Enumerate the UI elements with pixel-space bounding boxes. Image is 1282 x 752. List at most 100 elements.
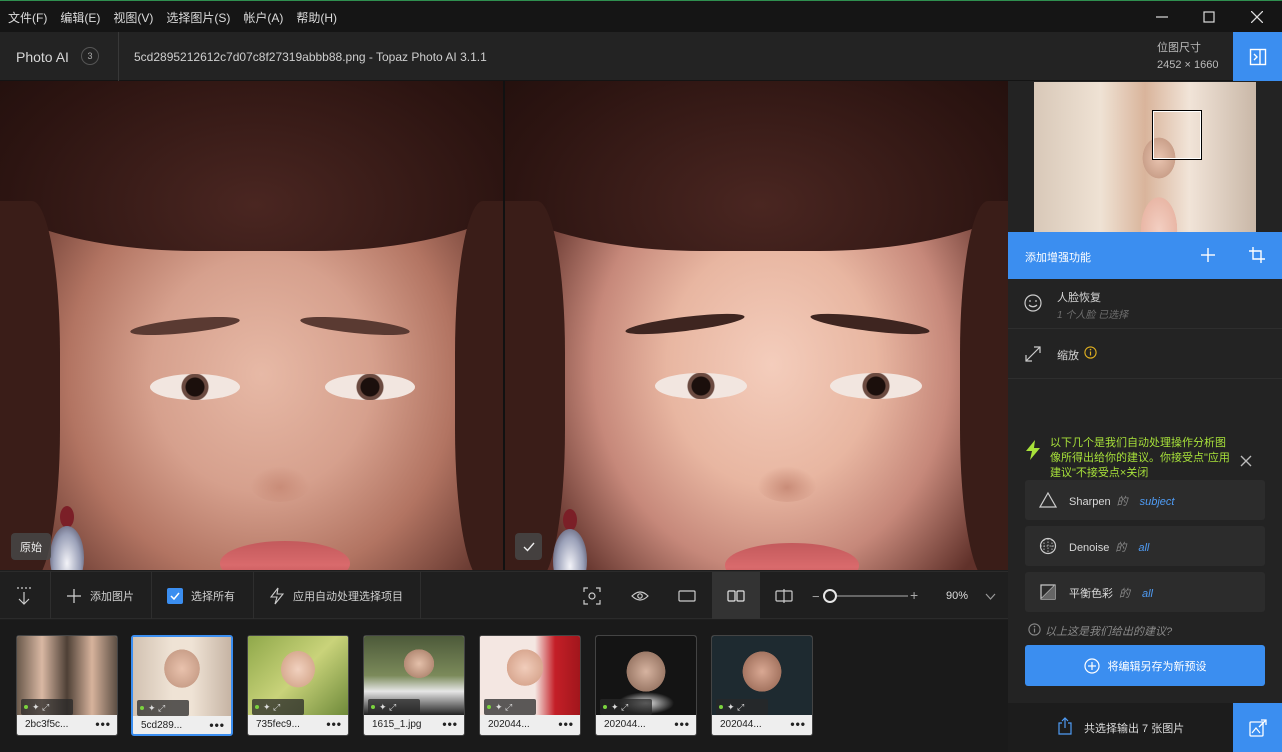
menu-view[interactable]: 视图(V) [113,9,153,26]
thumbnail[interactable]: ✦ ⤢ 202044... ••• [595,635,697,736]
menu-bar: 文件(F) 编辑(E) 视图(V) 选择图片(S) 帐户(A) 帮助(H) [0,0,1282,32]
navigator-preview[interactable] [1034,82,1256,232]
thumbnail-name: 735fec9... [256,719,300,730]
face-recovery-row[interactable] [1008,279,1282,329]
thumbnail[interactable]: ✦ ⤢ 735fec9... ••• [247,635,349,736]
suggestion-message: 以下几个是我们自动处理操作分析图像所得出给你的建议。你接受点"应用建议"不接受点… [1050,437,1230,479]
suggestion-sharpen[interactable]: Sharpen 的 subject [1025,480,1265,520]
preview-toggle-button[interactable] [628,584,652,608]
single-view-icon [678,590,696,602]
add-image-button[interactable]: 添加图片 [66,572,134,619]
camera-frame-icon [583,587,601,605]
info-warning-icon[interactable] [1084,346,1097,359]
zoom-dropdown-button[interactable] [985,590,996,604]
add-enhancement-button[interactable] [1200,247,1216,266]
upscale-title: 缩放 [1057,350,1079,362]
zoom-value[interactable]: 90% [946,590,968,602]
dismiss-suggestion-button[interactable] [1240,455,1252,470]
chevron-down-icon [985,593,996,600]
thumbnail-name: 202044... [720,719,762,730]
menu-select-images[interactable]: 选择图片(S) [166,9,230,26]
zoom-slider-handle[interactable] [823,589,838,603]
zoom-slider[interactable] [826,595,908,597]
menu-help[interactable]: 帮助(H) [296,9,337,26]
thumbnail-more-icon[interactable]: ••• [442,717,458,731]
main-menu: 文件(F) 编辑(E) 视图(V) 选择图片(S) 帐户(A) 帮助(H) [8,9,350,26]
resize-arrow-icon [1025,346,1041,362]
plus-icon [67,588,81,603]
export-image-icon [1248,718,1267,737]
lightning-icon [1026,440,1040,460]
image-count-badge: 3 [81,47,99,65]
thumbnail[interactable]: ✦ ⤢ 1615_1.jpg ••• [363,635,465,736]
view-single-button[interactable] [675,584,699,608]
bottom-toolbar: 添加图片 选择所有 应用自动处理选择项目 − + 90% [0,571,1008,619]
minimize-button[interactable] [1138,1,1186,33]
dimension-value: 2452 × 1660 [1157,59,1219,71]
thumbnail-name: 202044... [604,719,646,730]
upscale-row[interactable] [1008,329,1282,379]
file-title: 5cd2895212612c7d07c8f27319abbb88.png - T… [134,50,487,64]
navigator-viewport[interactable] [1153,111,1201,159]
maximize-button[interactable] [1185,1,1233,33]
apply-autopilot-label: 应用自动处理选择项目 [293,590,403,603]
triangle-icon [1039,491,1057,508]
sharpen-label: Sharpen [1069,496,1111,508]
thumbnail-more-icon[interactable]: ••• [558,717,574,731]
original-badge: 原始 [11,533,51,560]
thumbnail-more-icon[interactable]: ••• [209,718,225,732]
sharpen-target: subject [1139,496,1175,508]
face-recovery-title: 人脸恢复 [1057,292,1101,304]
dimension-label: 位图尺寸 [1157,42,1201,54]
thumbnail-more-icon[interactable]: ••• [326,717,342,731]
crop-button[interactable] [1249,247,1265,266]
thumbnail-more-icon[interactable]: ••• [95,717,111,731]
plus-icon [1201,248,1215,262]
thumbnail-more-icon[interactable]: ••• [674,717,690,731]
screenshot-button[interactable] [580,584,604,608]
thumbnail[interactable]: ✦ ⤢ 2bc3f5c... ••• [16,635,118,736]
download-arrow-icon [17,587,31,605]
add-image-label: 添加图片 [90,590,134,603]
menu-account[interactable]: 帐户(A) [243,9,283,26]
select-all-label: 选择所有 [191,590,235,603]
import-button[interactable] [12,584,36,608]
check-icon [523,542,535,552]
smiley-face-icon [1024,294,1042,312]
denoise-label: Denoise [1069,542,1110,554]
split-view-icon [775,589,793,603]
panel-toggle-button[interactable] [1233,32,1282,81]
zoom-in-icon[interactable]: + [910,587,918,603]
menu-edit[interactable]: 编辑(E) [60,9,100,26]
denoise-grid-icon [1039,537,1057,555]
thumbnail-more-icon[interactable]: ••• [790,717,806,731]
denoise-target: all [1138,542,1150,554]
maximize-icon [1203,11,1215,23]
save-preset-button[interactable]: 将编辑另存为新预设 [1025,645,1265,686]
thumbnail[interactable]: ✦ ⤢ 202044... ••• [479,635,581,736]
preview-check-badge[interactable] [515,533,542,560]
eye-icon [631,591,649,601]
header-divider [118,32,119,81]
close-button[interactable] [1233,1,1281,33]
zoom-out-icon[interactable]: − [812,589,820,604]
thumbnail-selected[interactable]: ✦ ⤢ 5cd289... ••• [131,635,233,736]
suggestion-footer: 以上这是我们给出的建议? [1045,626,1173,638]
suggestion-denoise[interactable]: Denoise 的 all [1025,526,1265,566]
thumbnail-name: 2bc3f5c... [25,719,69,730]
color-balance-label: 平衡色彩 [1069,588,1113,600]
face-recovery-subtitle: 1 个人脸 已选择 [1057,310,1129,321]
thumbnail[interactable]: ✦ ⤢ 202044... ••• [711,635,813,736]
view-split-button[interactable] [772,584,796,608]
checkbox-checked-icon [167,587,183,604]
apply-autopilot-button[interactable]: 应用自动处理选择项目 [270,572,403,619]
filmstrip: ✦ ⤢ 2bc3f5c... ••• ✦ ⤢ 5cd289... ••• ✦ ⤢… [0,620,1008,752]
app-name: Photo AI [16,49,69,65]
lightning-icon [270,587,284,604]
select-all-checkbox[interactable]: 选择所有 [167,572,235,619]
image-canvas[interactable]: 原始 [0,81,1008,570]
export-button[interactable] [1233,703,1282,752]
menu-file[interactable]: 文件(F) [8,9,47,26]
suggestion-color-balance[interactable]: 平衡色彩的 all [1025,572,1265,612]
export-count-label: 共选择输出 7 张图片 [1084,723,1185,735]
